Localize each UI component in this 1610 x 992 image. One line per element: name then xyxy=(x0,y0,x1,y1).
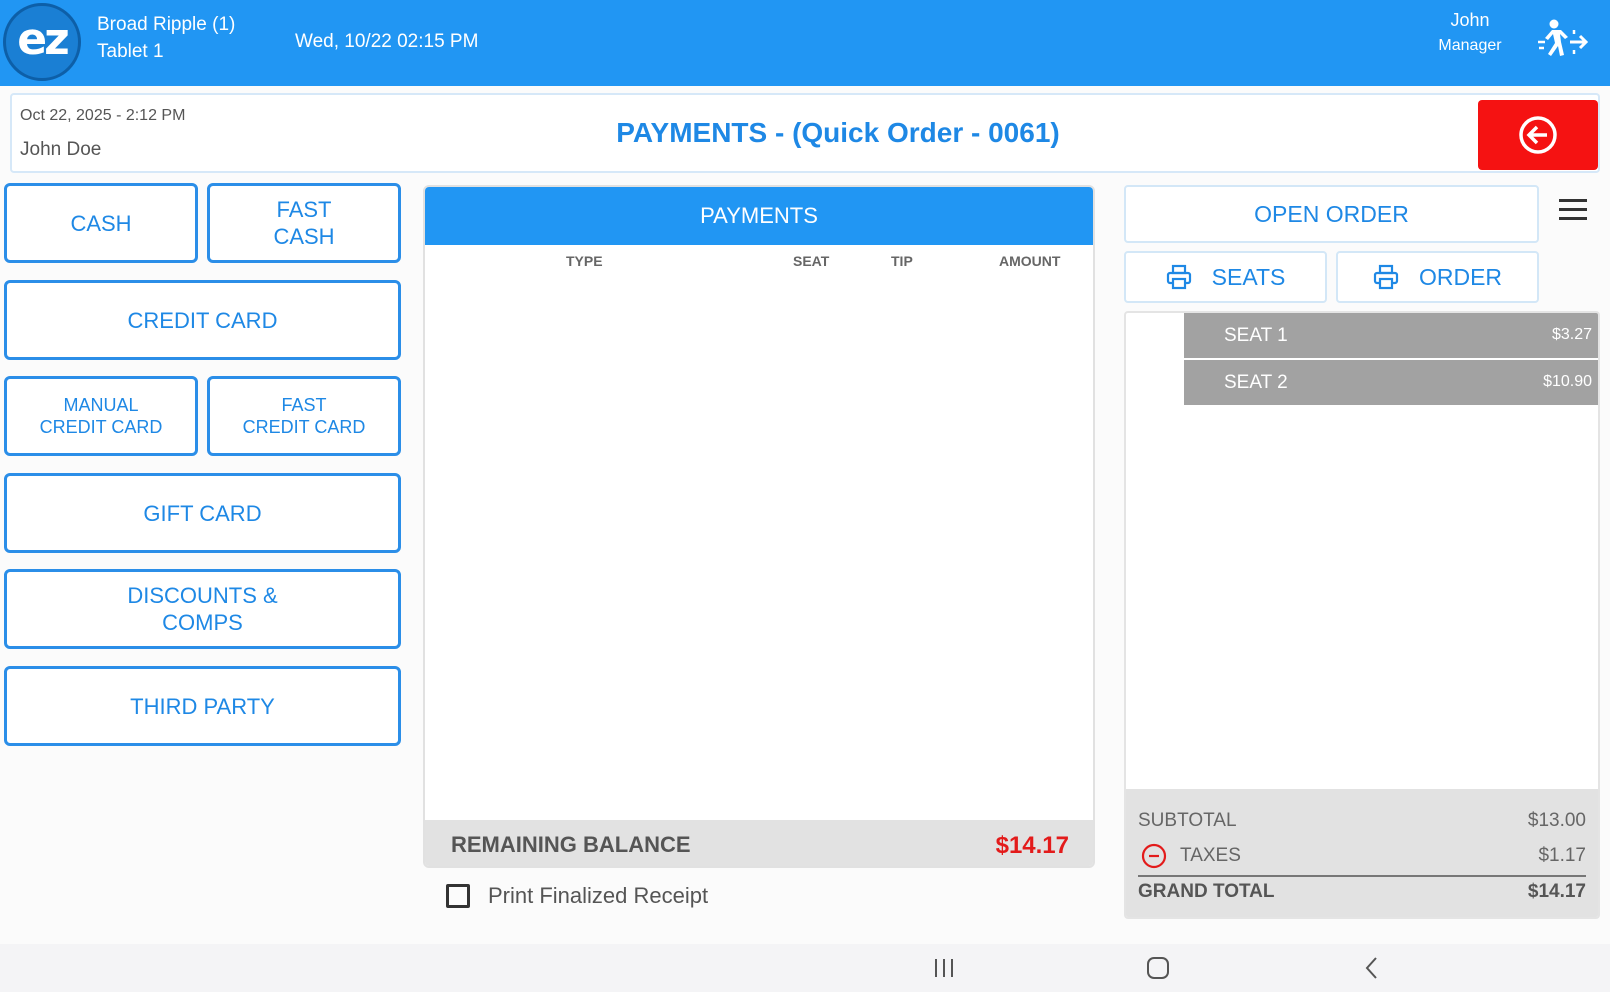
fast-credit-card-label: FAST CREDIT CARD xyxy=(242,395,366,437)
remaining-balance-value: $14.17 xyxy=(995,832,1069,859)
manual-credit-card-button[interactable]: MANUAL CREDIT CARD xyxy=(4,376,198,456)
column-tip: TIP xyxy=(891,253,913,269)
credit-card-button[interactable]: CREDIT CARD xyxy=(4,280,401,360)
print-receipt-label: Print Finalized Receipt xyxy=(488,883,709,908)
discounts-comps-label: DISCOUNTS & COMPS xyxy=(127,583,278,635)
device-name: Tablet 1 xyxy=(97,41,164,62)
column-seat: SEAT xyxy=(793,253,830,269)
grand-total-line: GRAND TOTAL $14.17 xyxy=(1138,881,1586,903)
top-bar: ez Broad Ripple (1) Tablet 1 Wed, 10/22 … xyxy=(0,0,1610,86)
order-totals: SUBTOTAL $13.00 TAXES $1.17 GRAND TOTAL … xyxy=(1126,789,1598,917)
cash-button[interactable]: CASH xyxy=(4,183,198,263)
taxes-label: TAXES xyxy=(1180,845,1241,866)
print-seats-label: SEATS xyxy=(1211,263,1286,290)
seat-row[interactable]: SEAT 2 $10.90 xyxy=(1184,360,1598,405)
remaining-balance-label: REMAINING BALANCE xyxy=(451,832,691,857)
third-party-label: THIRD PARTY xyxy=(130,693,275,719)
current-datetime: Wed, 10/22 02:15 PM xyxy=(295,31,479,52)
seat-name: SEAT 2 xyxy=(1224,372,1288,393)
page-title: PAYMENTS - (Quick Order - 0061) xyxy=(616,117,1060,148)
user-role: Manager xyxy=(1438,37,1502,54)
recent-apps-icon[interactable] xyxy=(920,944,968,992)
taxes-value: $1.17 xyxy=(1538,845,1586,866)
minus-circle-icon[interactable] xyxy=(1141,843,1167,869)
totals-divider xyxy=(1138,875,1586,877)
print-order-label: ORDER xyxy=(1418,263,1503,290)
seat-name: SEAT 1 xyxy=(1224,325,1288,346)
location-info: Broad Ripple (1) Tablet 1 xyxy=(97,11,235,65)
print-order-button[interactable]: ORDER xyxy=(1336,251,1539,303)
column-amount: AMOUNT xyxy=(999,253,1061,269)
ez-logo: ez xyxy=(3,3,81,81)
cash-label: CASH xyxy=(70,210,132,236)
gift-card-label: GIFT CARD xyxy=(143,500,262,526)
seat-amount: $3.27 xyxy=(1551,326,1592,343)
back-button[interactable] xyxy=(1478,100,1598,170)
grand-total-label: GRAND TOTAL xyxy=(1138,881,1275,902)
subtotal-line: SUBTOTAL $13.00 xyxy=(1138,810,1586,832)
third-party-button[interactable]: THIRD PARTY xyxy=(4,666,401,746)
home-icon[interactable] xyxy=(1134,944,1182,992)
fast-cash-button[interactable]: FAST CASH xyxy=(207,183,401,263)
taxes-line: TAXES $1.17 xyxy=(1138,843,1586,869)
seat-row[interactable]: SEAT 1 $3.27 xyxy=(1184,313,1598,358)
print-seats-button[interactable]: SEATS xyxy=(1124,251,1327,303)
print-receipt-checkbox[interactable] xyxy=(446,884,470,908)
user-name: John xyxy=(1450,10,1490,30)
subtotal-label: SUBTOTAL xyxy=(1138,810,1237,831)
printer-icon xyxy=(1373,264,1399,290)
payments-panel: PAYMENTS TYPE SEAT TIP AMOUNT REMAINING … xyxy=(423,185,1095,868)
fast-cash-label: FAST CASH xyxy=(273,197,335,249)
back-arrow-icon xyxy=(1519,116,1557,154)
seat-amount: $10.90 xyxy=(1543,373,1592,390)
order-header: Oct 22, 2025 - 2:12 PM John Doe PAYMENTS… xyxy=(10,93,1600,173)
seats-panel: SEAT 1 $3.27 SEAT 2 $10.90 SUBTOTAL $13.… xyxy=(1124,311,1600,919)
remaining-balance-bar: REMAINING BALANCE $14.17 xyxy=(425,820,1093,866)
payments-title: PAYMENTS xyxy=(425,187,1093,245)
user-info: John Manager xyxy=(1420,8,1520,58)
location-name: Broad Ripple (1) xyxy=(97,14,236,35)
print-receipt-option[interactable]: Print Finalized Receipt xyxy=(446,883,708,909)
logo-text: ez xyxy=(17,13,69,65)
back-nav-icon[interactable] xyxy=(1348,944,1396,992)
gift-card-button[interactable]: GIFT CARD xyxy=(4,473,401,553)
open-order-button[interactable]: OPEN ORDER xyxy=(1124,185,1539,243)
grand-total-value: $14.17 xyxy=(1527,881,1586,902)
manual-credit-card-label: MANUAL CREDIT CARD xyxy=(39,395,163,437)
fast-credit-card-button[interactable]: FAST CREDIT CARD xyxy=(207,376,401,456)
menu-icon[interactable] xyxy=(1559,199,1587,229)
credit-card-label: CREDIT CARD xyxy=(127,307,278,333)
subtotal-value: $13.00 xyxy=(1527,810,1586,831)
printer-icon xyxy=(1166,264,1191,290)
open-order-label: OPEN ORDER xyxy=(1254,200,1409,227)
discounts-comps-button[interactable]: DISCOUNTS & COMPS xyxy=(4,569,401,649)
logout-icon[interactable] xyxy=(1534,18,1590,66)
column-type: TYPE xyxy=(566,253,603,269)
system-nav-bar xyxy=(0,944,1610,992)
